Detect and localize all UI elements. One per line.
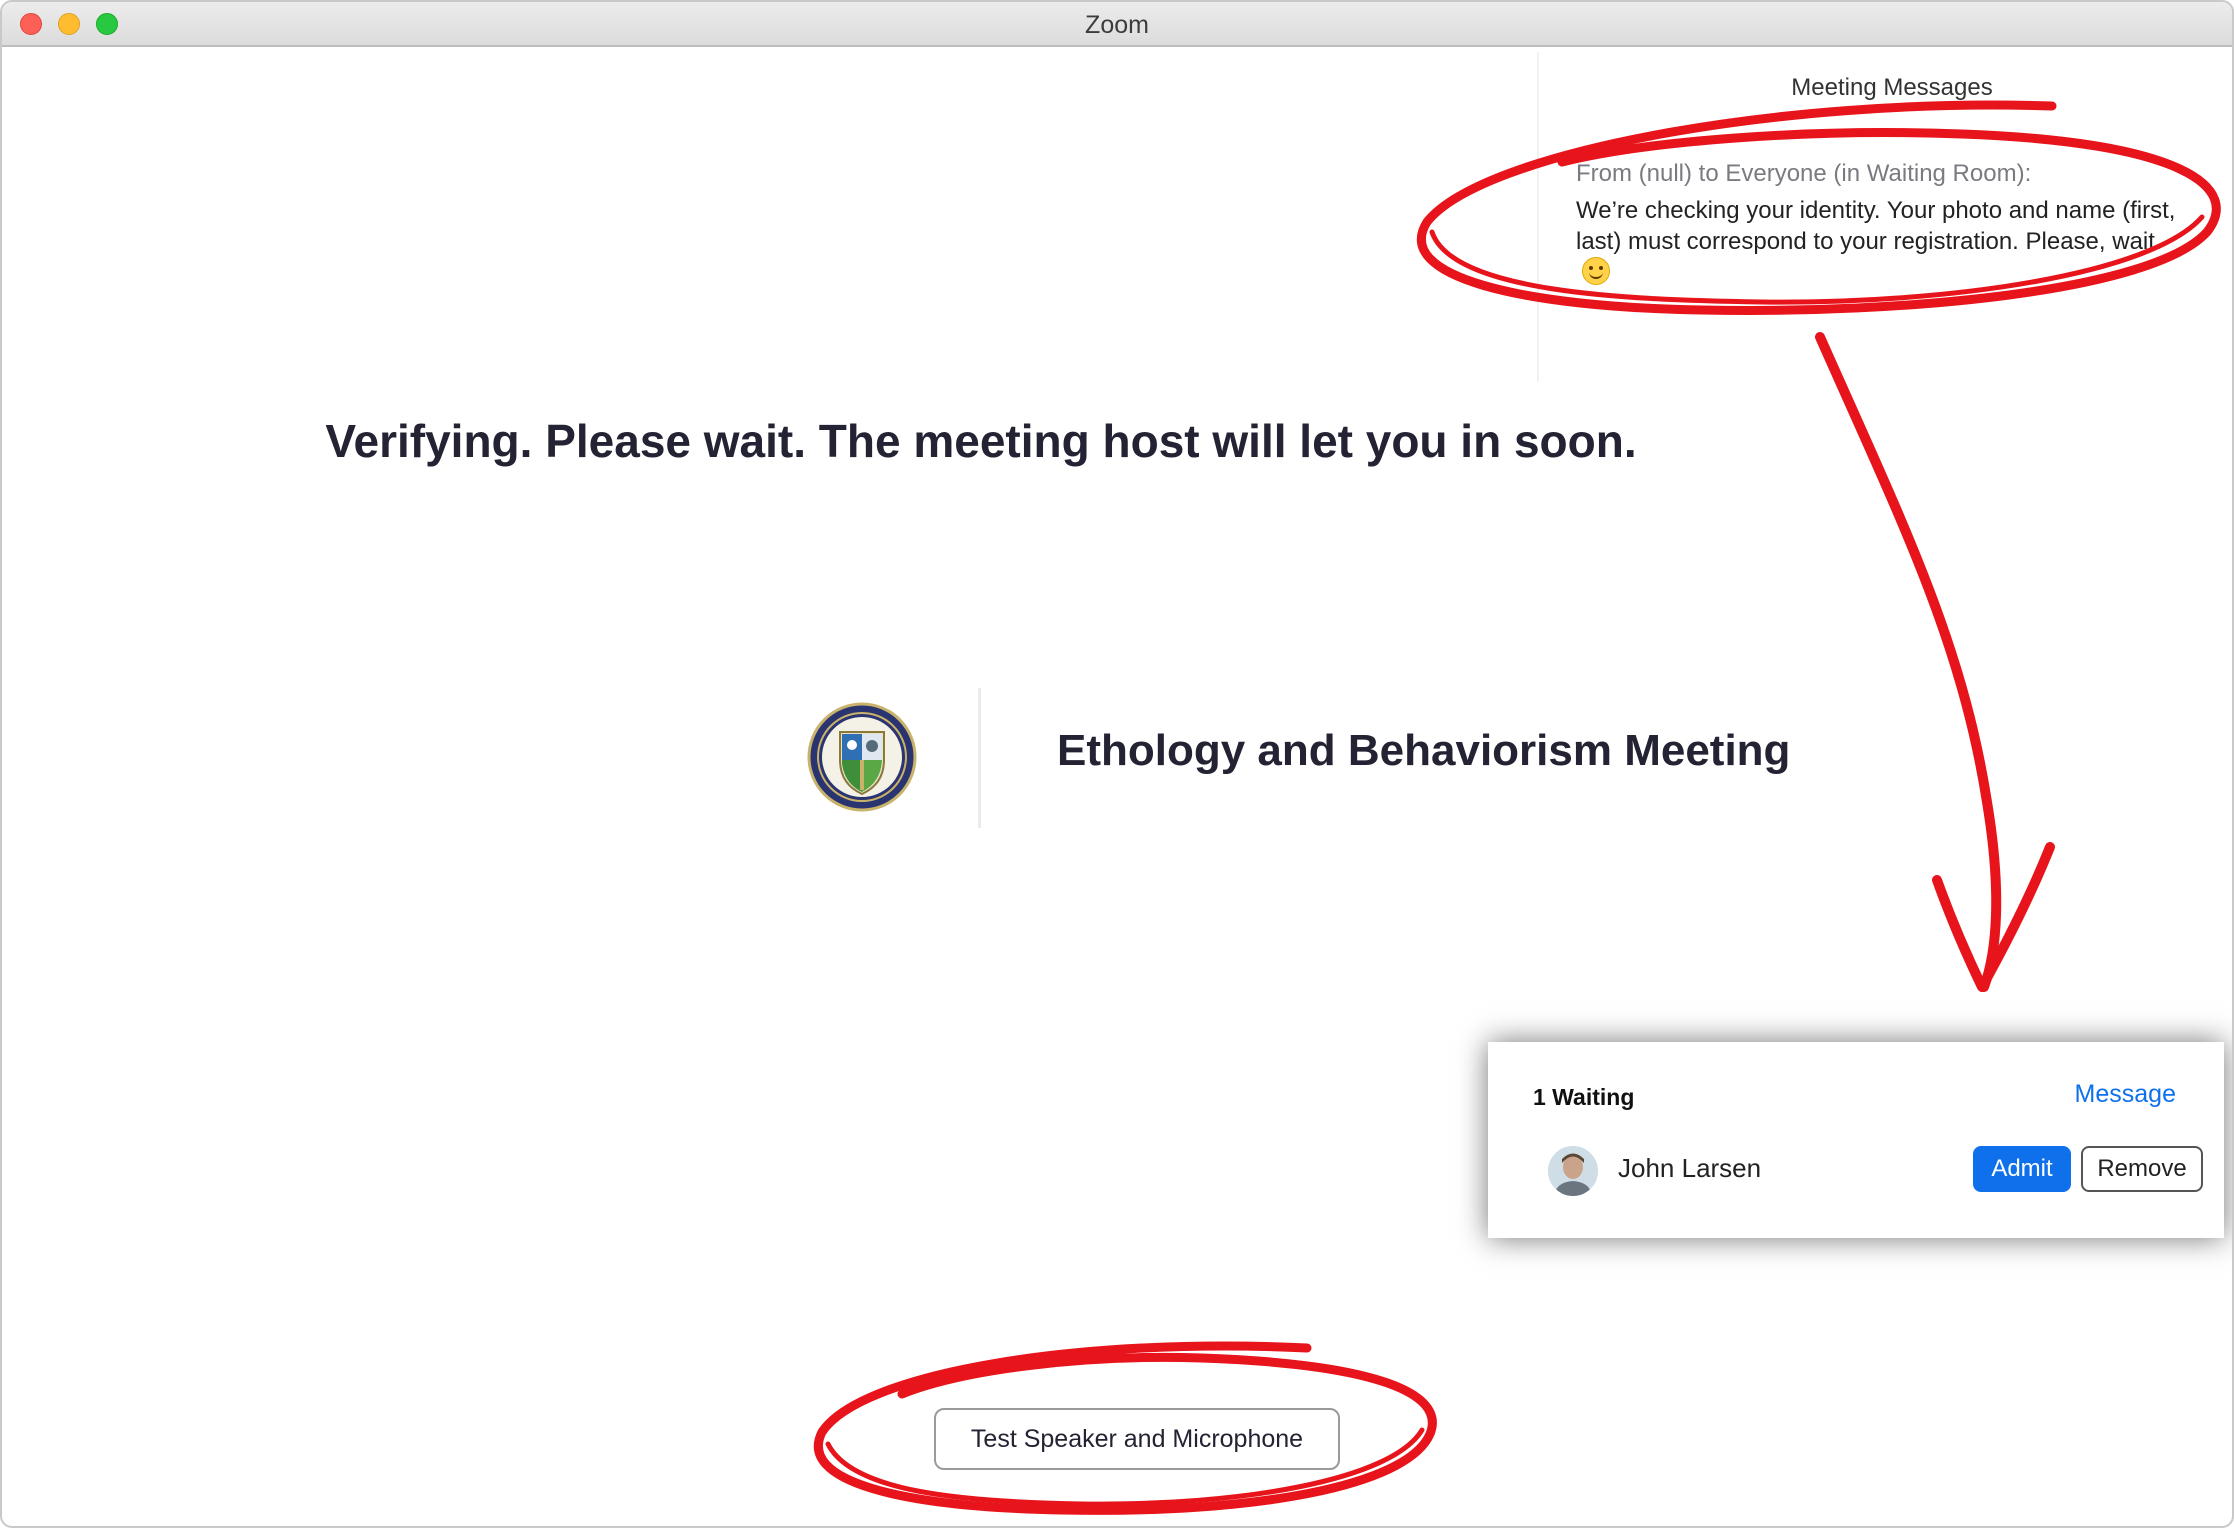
messages-divider	[1537, 52, 1539, 382]
smiling-face-icon	[1582, 257, 1610, 285]
remove-button[interactable]: Remove	[2081, 1146, 2203, 1192]
brand-divider	[978, 688, 981, 828]
participant-avatar	[1548, 1146, 1598, 1196]
institute-seal-icon	[807, 702, 917, 812]
waiting-status-text: Verifying. Please wait. The meeting host…	[325, 415, 1637, 467]
message-waiting-link[interactable]: Message	[2075, 1080, 2176, 1109]
meeting-title: Ethology and Behaviorism Meeting	[1057, 726, 1791, 775]
message-sender-line: From (null) to Everyone (in Waiting Room…	[1576, 160, 2032, 187]
waiting-count-label: 1 Waiting	[1533, 1084, 1635, 1110]
message-text: We’re checking your identity. Your photo…	[1576, 197, 2176, 255]
zoom-window: Zoom Meeting Messages From (null) to Eve…	[0, 0, 2234, 1528]
admit-button[interactable]: Admit	[1973, 1146, 2071, 1192]
title-bar[interactable]: Zoom	[2, 2, 2232, 47]
window-title: Zoom	[1085, 11, 1149, 39]
meeting-messages-header: Meeting Messages	[1791, 74, 1993, 101]
waiting-room-card: 1 Waiting Message John Larsen Admit Remo…	[1488, 1042, 2224, 1238]
waiting-status-heading: Verifying. Please wait. The meeting host…	[2, 414, 2232, 468]
participant-name: John Larsen	[1618, 1153, 1762, 1183]
test-speaker-microphone-button[interactable]: Test Speaker and Microphone	[934, 1408, 1340, 1470]
annotation-arrow-head	[1932, 842, 2055, 992]
message-body: We’re checking your identity. Your photo…	[1576, 195, 2176, 288]
